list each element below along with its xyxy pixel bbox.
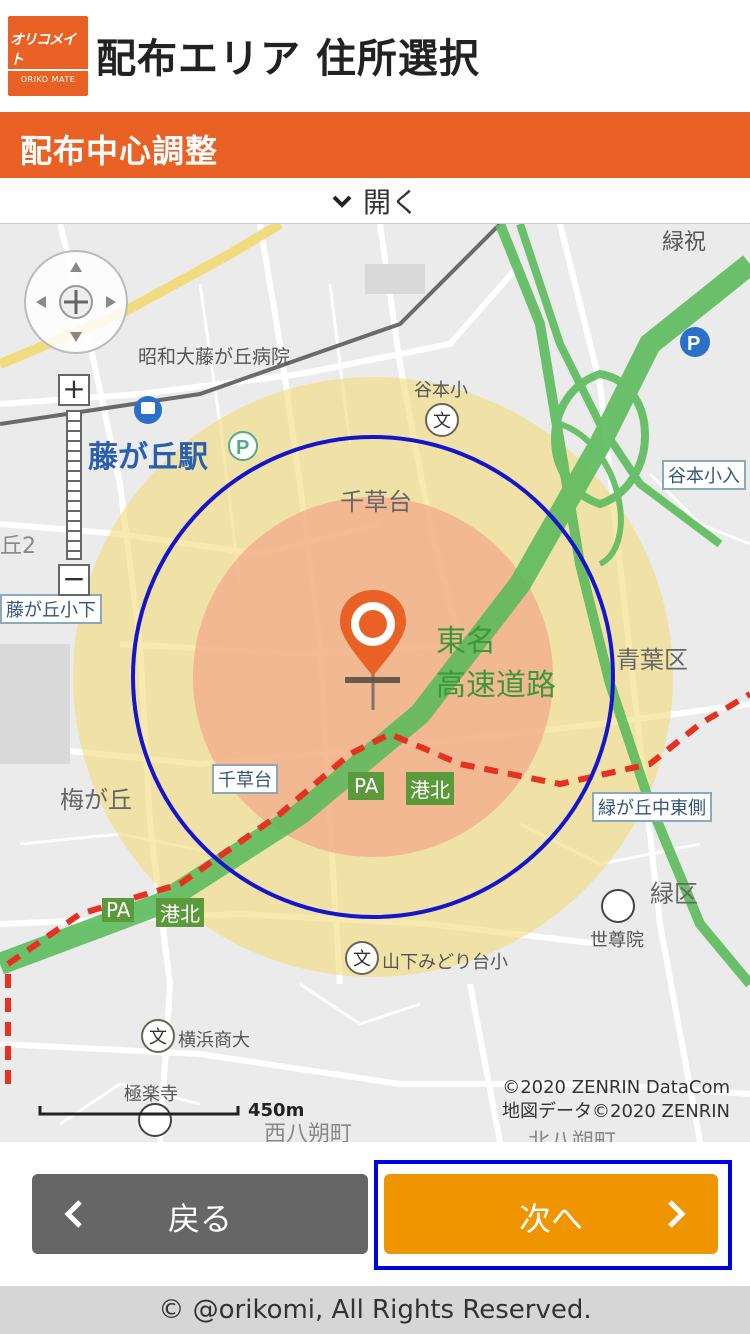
parking-icon-2: P [680,327,710,357]
map-label-ryokushoku: 緑祝 [662,230,707,255]
map-label-midori: 緑区 [650,880,698,908]
expand-toggle-label: 開く [362,185,419,219]
map-label-kitahassaku: 北八朔町 [528,1124,616,1142]
footer: © @orikomi, All Rights Reserved. [0,1286,750,1334]
school-icon: 文 [425,403,459,437]
copyright-line-1: ©2020 ZENRIN DataCom [502,1077,730,1098]
svg-text:文: 文 [353,949,371,970]
map-label-umegaoka: 梅が丘 [60,786,132,814]
map-label-yokohama-shodai: 横浜商大 [178,1030,250,1051]
svg-text:文: 文 [149,1027,167,1048]
zoom-out-button[interactable]: − [58,564,90,596]
map-canvas[interactable]: P P 文 文 文 [0,224,750,1142]
temple-icon [601,889,635,923]
busstop-midorigaoka: 緑が丘中東側 [592,792,712,822]
page-title: 配布エリア 住所選択 [96,36,480,82]
parking-icon: P [228,431,258,461]
station-icon [134,396,162,424]
map-pan-control[interactable] [24,250,128,354]
back-button-label: 戻る [167,1200,232,1238]
map-label-kohoku: 港北 [406,772,454,805]
school-icon-2: 文 [345,941,379,975]
map-label-gokuraku: 極楽寺 [124,1084,178,1105]
header: オリコメイト ORIKO MATE 配布エリア 住所選択 [0,0,750,112]
map-label-aoba: 青葉区 [616,646,688,674]
map-label-tomei-2: 高速道路 [436,668,556,703]
map-label-fujigaoka2: 丘2 [0,534,36,559]
temple-icon-2 [138,1103,172,1137]
busstop-tanimoto: 谷本小入 [662,460,746,490]
chevron-down-icon [332,195,352,208]
map-copyright: ©2020 ZENRIN DataCom 地図データ©2020 ZENRIN [502,1076,730,1124]
svg-text:P: P [687,333,700,355]
map-label-station: 藤が丘駅 [88,440,208,475]
map-label-yamashita: 山下みどり台小 [382,952,508,973]
footer-copyright: © @orikomi, All Rights Reserved. [158,1295,592,1325]
map-label-tomei-1: 東名 [436,624,496,659]
logo-text: オリコメイト [8,29,88,71]
pan-arrows-icon[interactable] [26,252,126,352]
map-label-hospital: 昭和大藤が丘病院 [138,346,291,368]
zoom-in-button[interactable]: + [58,374,90,406]
map-label-chigusadai: 千草台 [340,488,412,516]
next-button[interactable]: 次へ [384,1174,718,1254]
map-label-pa-2: PA [102,898,135,922]
copyright-line-2: 地図データ©2020 ZENRIN [502,1101,730,1122]
map-view[interactable]: P P 文 文 文 昭和大藤が丘病院 藤が丘駅 谷本小 千草台 東名 高速道路 … [0,224,750,1142]
scale-label: 450m [248,1100,305,1121]
map-label-kohoku-2: 港北 [156,898,204,927]
back-button[interactable]: 戻る [32,1174,368,1254]
map-label-pa: PA [348,772,385,800]
section-title: 配布中心調整 [20,132,219,170]
map-label-seson: 世尊院 [590,930,644,951]
zoom-slider[interactable] [66,410,82,560]
school-icon-3: 文 [141,1019,175,1053]
svg-text:文: 文 [433,411,451,432]
expand-toggle[interactable]: 開く [0,178,750,224]
next-button-highlight: 次へ [374,1160,732,1270]
map-zoom-control[interactable]: + − [58,374,90,604]
chevron-right-icon [668,1200,686,1228]
section-header: 配布中心調整 [0,112,750,178]
brand-logo: オリコメイト ORIKO MATE [8,16,88,96]
map-label-tanimoto-school: 谷本小 [414,380,468,401]
svg-text:P: P [236,437,249,459]
busstop-chigusadai: 千草台 [212,764,278,794]
logo-subtext: ORIKO MATE [20,74,76,84]
action-bar: 戻る 次へ [0,1142,750,1286]
